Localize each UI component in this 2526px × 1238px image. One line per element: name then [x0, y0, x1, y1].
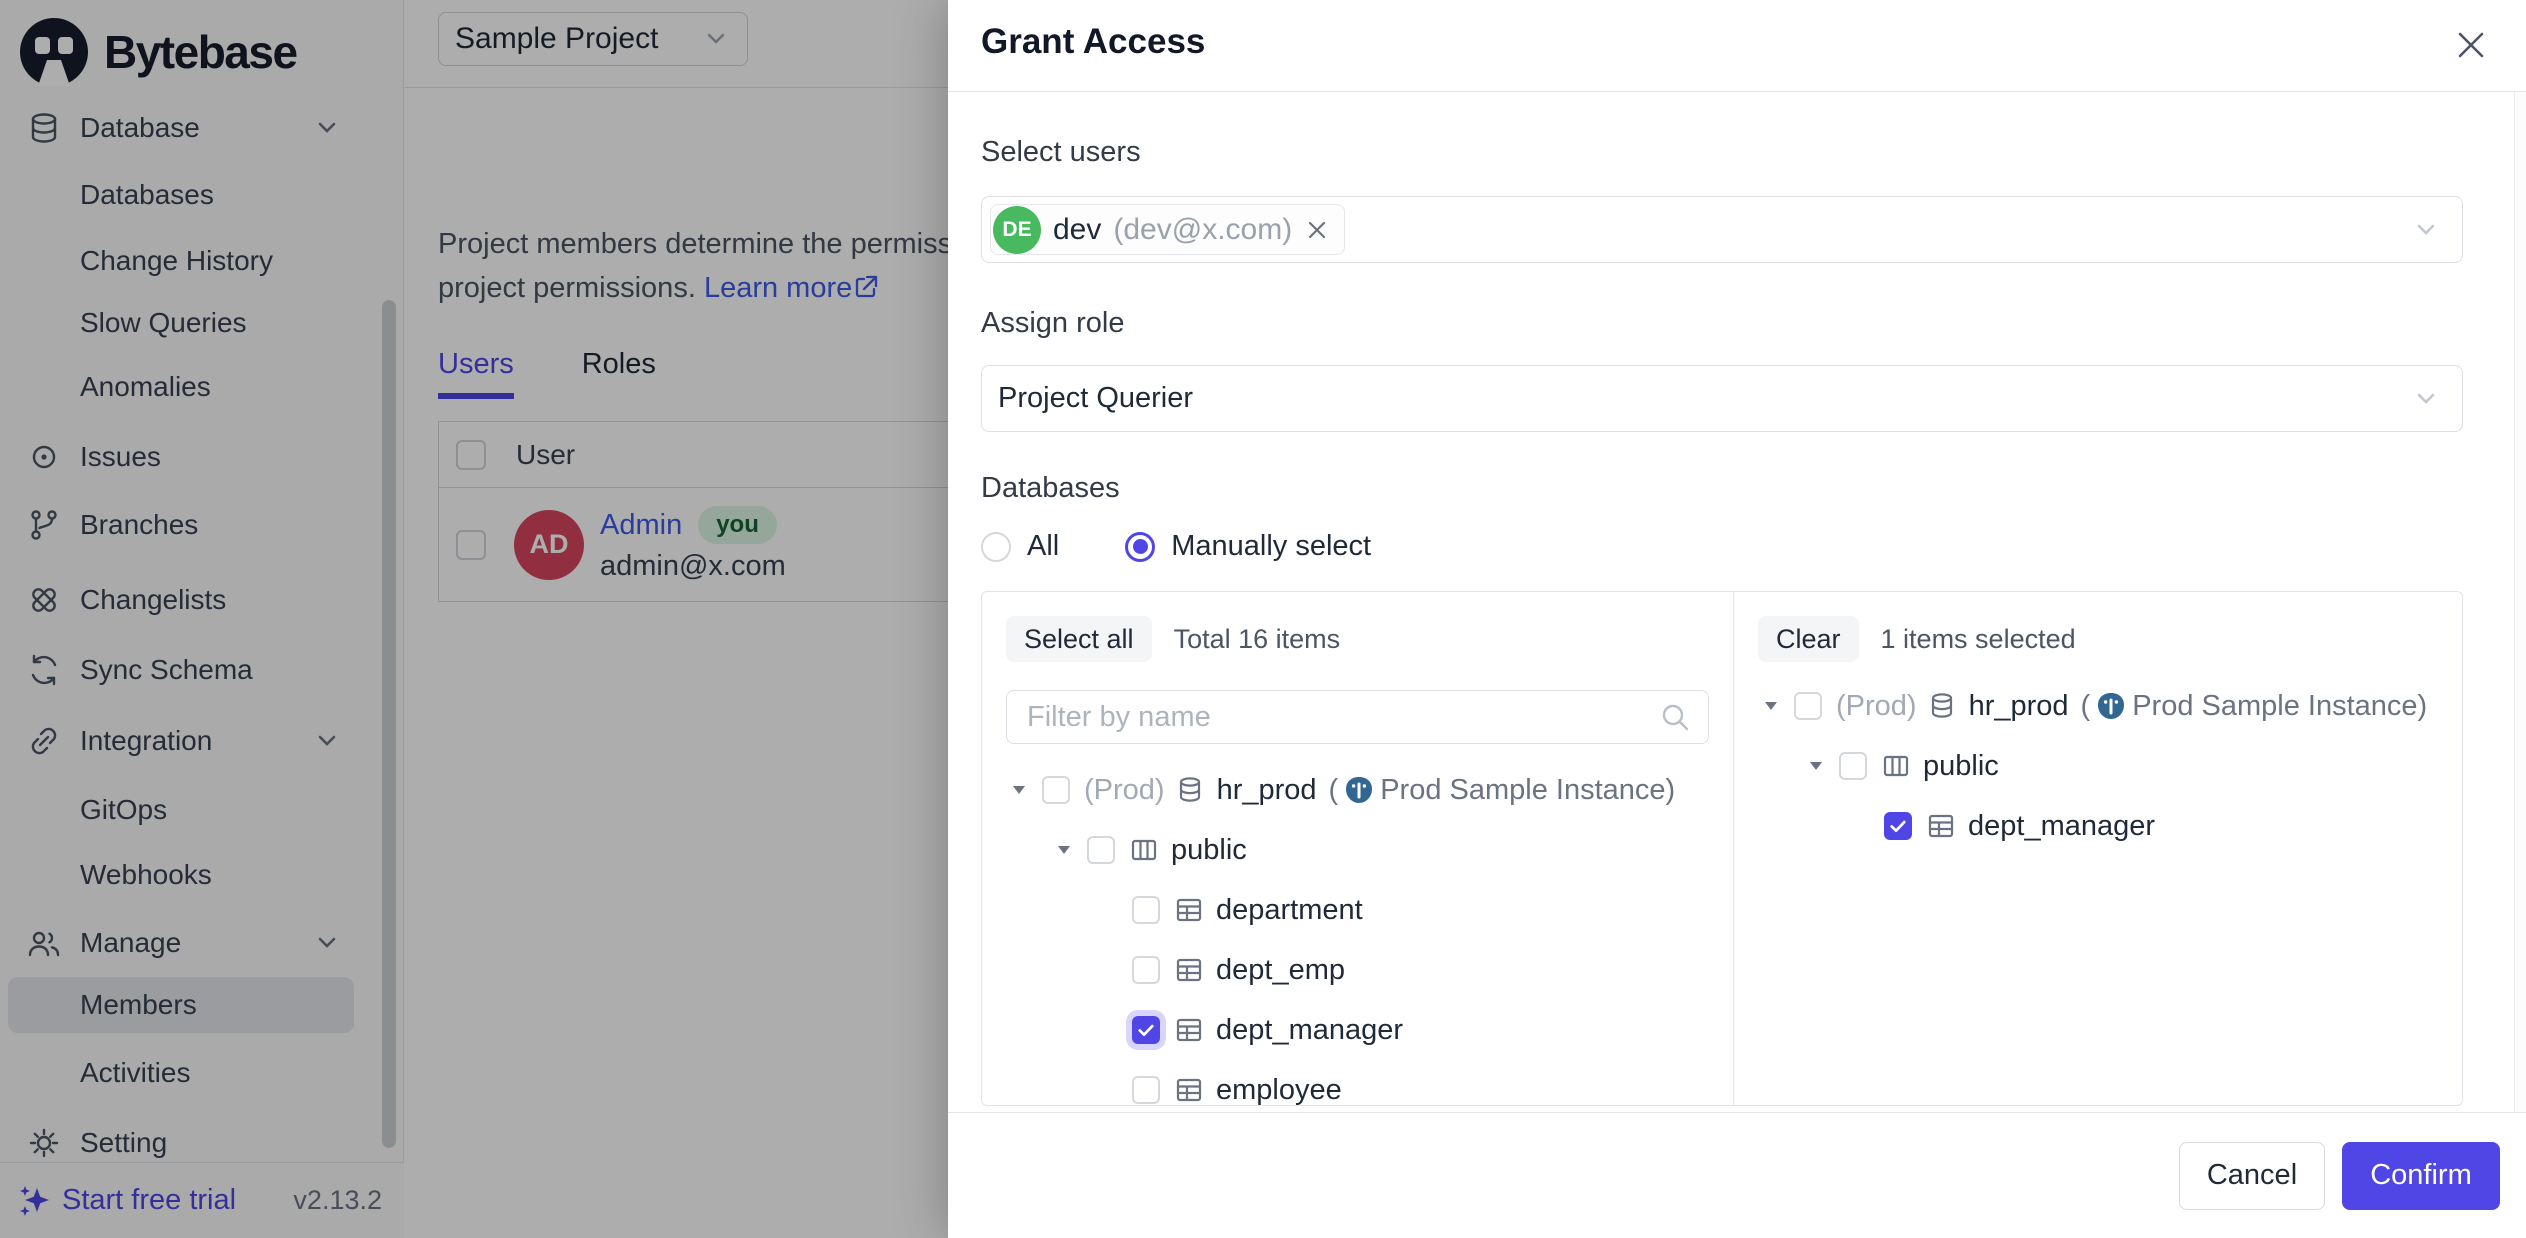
chevron-down-icon	[2410, 214, 2442, 246]
tree-item-name: dept_emp	[1216, 954, 1345, 987]
modal-header: Grant Access	[948, 0, 2526, 92]
postgres-icon	[1344, 775, 1374, 805]
target-tree: (Prod) hr_prod ( Prod Sample Instance) publi…	[1758, 676, 2438, 856]
tree-item-name: hr_prod	[1969, 690, 2069, 723]
tree-row-department[interactable]: department	[1006, 880, 1709, 940]
checkbox[interactable]	[1132, 956, 1160, 984]
tree-row-public[interactable]: public	[1758, 736, 2438, 796]
environment-label: (Prod)	[1084, 774, 1165, 807]
assign-role-label: Assign role	[981, 305, 2463, 341]
avatar: DE	[993, 206, 1041, 254]
tree-row-dept_manager[interactable]: dept_manager	[1006, 1000, 1709, 1060]
remove-user-icon[interactable]	[1304, 217, 1330, 243]
table-icon	[1926, 811, 1956, 841]
grant-access-modal: Grant Access Select users DE dev (dev@x.…	[948, 0, 2526, 1238]
confirm-button[interactable]: Confirm	[2342, 1142, 2500, 1210]
chevron-down-icon	[2410, 383, 2442, 415]
instance-paren: (	[1329, 774, 1339, 807]
environment-label: (Prod)	[1836, 690, 1917, 723]
select-all-button[interactable]: Select all	[1006, 616, 1152, 662]
checkbox[interactable]	[1132, 1076, 1160, 1104]
radio-manually-select[interactable]	[1125, 532, 1155, 562]
caret-spacer	[1096, 1077, 1122, 1103]
database-icon	[1175, 775, 1205, 805]
caret-spacer	[1848, 813, 1874, 839]
table-icon	[1174, 1015, 1204, 1045]
caret-down-icon[interactable]	[1803, 753, 1829, 779]
tree-item-name: dept_manager	[1216, 1014, 1403, 1047]
radio-manual-label: Manually select	[1171, 530, 1371, 563]
instance-paren: (	[2081, 690, 2091, 723]
checkbox[interactable]	[1087, 836, 1115, 864]
role-select[interactable]: Project Querier	[981, 365, 2463, 432]
role-select-value: Project Querier	[998, 382, 1193, 415]
tree-item-name: hr_prod	[1217, 774, 1317, 807]
database-scope-radios: All Manually select	[981, 530, 2463, 563]
checkbox[interactable]	[1794, 692, 1822, 720]
radio-all-label: All	[1027, 530, 1059, 563]
database-transfer: Select all Total 16 items (Prod)hr_prod(…	[981, 591, 2463, 1106]
schema-icon	[1881, 751, 1911, 781]
tree-row-dept_emp[interactable]: dept_emp	[1006, 940, 1709, 1000]
tree-row-hr_prod[interactable]: (Prod) hr_prod ( Prod Sample Instance)	[1006, 760, 1709, 820]
filter-input[interactable]	[1025, 700, 1658, 735]
transfer-source-panel: Select all Total 16 items (Prod)hr_prod(…	[982, 592, 1733, 1105]
tree-item-name: dept_manager	[1968, 810, 2155, 843]
user-chip: DE dev (dev@x.com)	[990, 204, 1345, 255]
search-icon	[1658, 700, 1692, 734]
tree-item-name: department	[1216, 894, 1363, 927]
radio-all[interactable]	[981, 532, 1011, 562]
close-icon[interactable]	[2450, 24, 2492, 66]
tree-row-dept_manager[interactable]: dept_manager	[1758, 796, 2438, 856]
caret-down-icon[interactable]	[1051, 837, 1077, 863]
selected-items-label: 1 items selected	[1881, 624, 2076, 655]
caret-spacer	[1096, 1017, 1122, 1043]
postgres-icon	[2096, 691, 2126, 721]
chip-user-name: dev	[1053, 213, 1101, 247]
caret-down-icon[interactable]	[1758, 693, 1784, 719]
tree-row-public[interactable]: public	[1006, 820, 1709, 880]
tree-item-name: employee	[1216, 1074, 1342, 1107]
instance-label: Prod Sample Instance)	[2132, 690, 2427, 723]
tree-item-name: public	[1171, 834, 1247, 867]
checkbox[interactable]	[1884, 812, 1912, 840]
bytebase-app: Bytebase Database Databases Change Histo…	[0, 0, 2526, 1238]
tree-item-name: public	[1923, 750, 1999, 783]
cancel-button[interactable]: Cancel	[2179, 1142, 2325, 1210]
checkbox[interactable]	[1839, 752, 1867, 780]
tree-row-hr_prod[interactable]: (Prod) hr_prod ( Prod Sample Instance)	[1758, 676, 2438, 736]
select-users-label: Select users	[981, 134, 2463, 170]
caret-down-icon[interactable]	[1006, 777, 1032, 803]
database-icon	[1927, 691, 1957, 721]
checkbox[interactable]	[1132, 1016, 1160, 1044]
table-icon	[1174, 955, 1204, 985]
databases-label: Databases	[981, 470, 2463, 506]
modal-footer: Cancel Confirm	[948, 1112, 2526, 1238]
modal-scrollbar[interactable]	[2514, 92, 2526, 1112]
checkbox[interactable]	[1132, 896, 1160, 924]
caret-spacer	[1096, 897, 1122, 923]
table-icon	[1174, 895, 1204, 925]
clear-button[interactable]: Clear	[1758, 616, 1859, 662]
modal-title: Grant Access	[981, 22, 1205, 62]
filter-input-wrap	[1006, 690, 1709, 744]
schema-icon	[1129, 835, 1159, 865]
transfer-target-panel: Clear 1 items selected (Prod)hr_prod(Pro…	[1733, 592, 2462, 1105]
caret-spacer	[1096, 957, 1122, 983]
checkbox[interactable]	[1042, 776, 1070, 804]
source-tree: (Prod) hr_prod ( Prod Sample Instance) publi…	[1006, 760, 1709, 1112]
modal-body: Select users DE dev (dev@x.com) Assign r…	[948, 92, 2526, 1112]
table-icon	[1174, 1075, 1204, 1105]
instance-label: Prod Sample Instance)	[1380, 774, 1675, 807]
select-users-input[interactable]: DE dev (dev@x.com)	[981, 196, 2463, 263]
tree-row-employee[interactable]: employee	[1006, 1060, 1709, 1112]
chip-user-email: (dev@x.com)	[1113, 213, 1292, 247]
total-items-label: Total 16 items	[1174, 624, 1341, 655]
